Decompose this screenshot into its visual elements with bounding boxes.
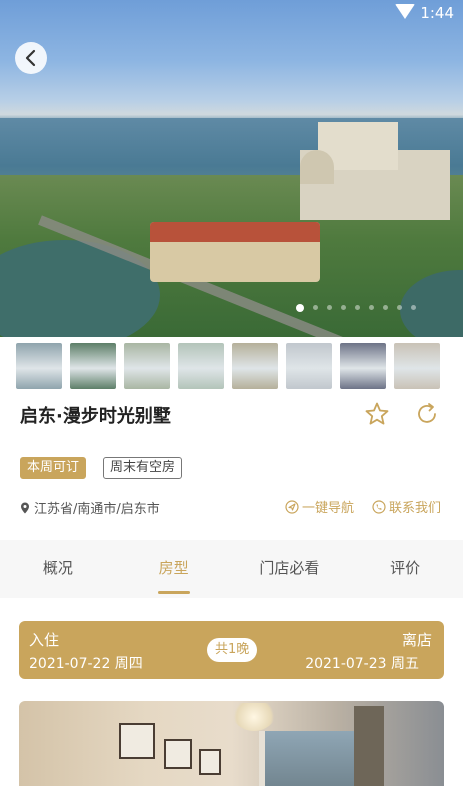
checkout-label: 离店 xyxy=(401,631,432,649)
carousel-dot[interactable] xyxy=(341,305,346,310)
nights-badge: 共1晚 xyxy=(207,638,258,662)
hotel-title: 启东·漫步时光别墅 xyxy=(20,406,171,427)
hero-carousel[interactable]: 1:44 xyxy=(0,0,463,337)
hero-dome xyxy=(300,150,334,184)
phone-icon xyxy=(372,499,386,514)
date-picker-card[interactable]: 入住 2021-07-22 周四 共1晚 离店 2021-07-23 周五 xyxy=(19,621,444,679)
carousel-dot[interactable] xyxy=(296,304,304,312)
tab-room-types[interactable]: 房型 xyxy=(116,540,232,598)
thumbnail-image[interactable] xyxy=(124,343,170,389)
thumbnail-image[interactable] xyxy=(70,343,116,389)
thumbnail-image[interactable] xyxy=(16,343,62,389)
room-chandelier xyxy=(229,703,279,731)
hero-castle-roof xyxy=(150,222,320,242)
tag-weekend-vacancy: 周末有空房 xyxy=(103,457,183,479)
thumbnail-image[interactable] xyxy=(340,343,386,389)
wifi-icon xyxy=(395,4,415,19)
carousel-dot[interactable] xyxy=(313,305,318,310)
thumbnail-image[interactable] xyxy=(394,343,440,389)
thumbnail-image[interactable] xyxy=(232,343,278,389)
checkout-date: 2021-07-23 周五 xyxy=(305,656,419,672)
tag-bookable-this-week: 本周可订 xyxy=(20,457,87,479)
favorite-star-icon[interactable] xyxy=(364,401,390,427)
thumbnail-image[interactable] xyxy=(178,343,224,389)
location-pin-icon xyxy=(21,502,29,513)
carousel-dot[interactable] xyxy=(411,305,416,310)
carousel-dot[interactable] xyxy=(383,305,388,310)
checkin-date: 2021-07-22 周四 xyxy=(29,656,143,672)
tab-store-must-see[interactable]: 门店必看 xyxy=(232,540,348,598)
status-bar: 1:44 xyxy=(0,0,463,26)
room-wall-frame xyxy=(164,739,192,769)
navigate-button[interactable]: 一键导航 xyxy=(285,497,354,516)
navigation-icon xyxy=(285,499,299,514)
carousel-dot[interactable] xyxy=(369,305,374,310)
carousel-dot[interactable] xyxy=(327,305,332,310)
carousel-dot[interactable] xyxy=(397,305,402,310)
room-curtain xyxy=(354,706,384,786)
location-text: 江苏省/南通市/启东市 xyxy=(34,502,160,517)
room-photo[interactable] xyxy=(19,701,444,786)
carousel-dot[interactable] xyxy=(355,305,360,310)
contact-label: 联系我们 xyxy=(389,501,442,516)
status-time: 1:44 xyxy=(420,4,454,22)
location: 江苏省/南通市/启东市 xyxy=(20,498,160,517)
carousel-dots xyxy=(296,304,416,312)
thumbnail-strip xyxy=(16,343,440,389)
room-wall-frame xyxy=(119,723,155,759)
section-tabs: 概况 房型 门店必看 评价 xyxy=(0,540,463,598)
checkin-label: 入住 xyxy=(29,631,60,649)
tab-overview[interactable]: 概况 xyxy=(0,540,116,598)
tab-reviews[interactable]: 评价 xyxy=(347,540,463,598)
thumbnail-image[interactable] xyxy=(286,343,332,389)
chevron-left-icon xyxy=(25,49,36,67)
back-button[interactable] xyxy=(15,42,47,74)
contact-button[interactable]: 联系我们 xyxy=(372,497,441,516)
room-window xyxy=(259,731,369,786)
navigate-label: 一键导航 xyxy=(302,501,355,516)
share-icon[interactable] xyxy=(414,401,440,427)
room-wall-frame xyxy=(199,749,221,775)
